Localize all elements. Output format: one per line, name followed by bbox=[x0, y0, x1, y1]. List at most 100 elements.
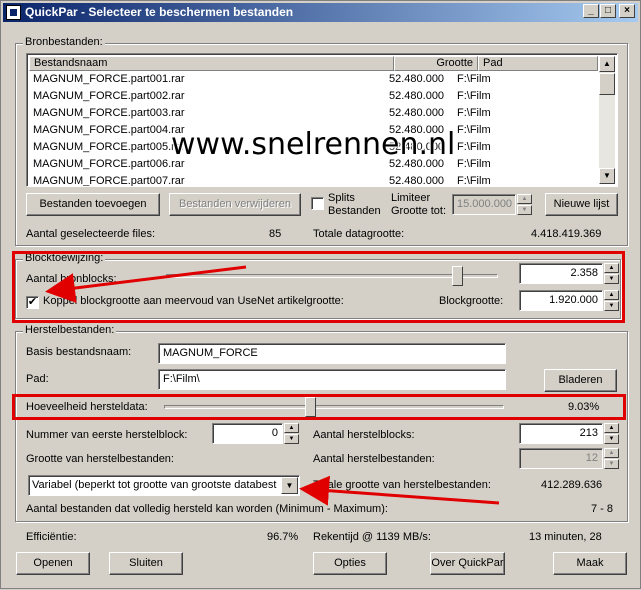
path-field[interactable]: F:\Film\ bbox=[158, 369, 506, 390]
column-header-name[interactable]: Bestandsnaam bbox=[29, 56, 394, 71]
options-button[interactable]: Opties bbox=[313, 552, 387, 575]
stepper-up-icon[interactable]: ▲ bbox=[284, 423, 299, 433]
column-header-path[interactable]: Pad bbox=[478, 56, 598, 71]
stepper-up-icon[interactable]: ▲ bbox=[517, 194, 532, 204]
title-bar[interactable]: QuickPar - Selecteer te beschermen besta… bbox=[3, 3, 638, 22]
block-size-field[interactable]: 1.920.000 bbox=[519, 290, 603, 311]
stepper-up-icon[interactable]: ▲ bbox=[604, 263, 619, 273]
recovery-size-select-value: Variabel (beperkt tot grootte van groots… bbox=[32, 479, 277, 491]
fully-recoverable-value: 7 - 8 bbox=[591, 503, 614, 515]
list-scrollbar[interactable]: ▲ ▼ bbox=[599, 56, 615, 184]
file-path: F:\Film bbox=[457, 90, 491, 102]
file-name: MAGNUM_FORCE.part002.rar bbox=[33, 90, 185, 102]
recovery-amount-slider-knob[interactable] bbox=[305, 397, 317, 417]
limit-label-line2: Grootte tot: bbox=[391, 205, 447, 217]
maximize-button[interactable]: □ bbox=[600, 4, 616, 18]
file-size: 52.480.000 bbox=[389, 90, 445, 102]
first-block-label: Nummer van eerste herstelblock: bbox=[26, 429, 188, 441]
table-row[interactable]: MAGNUM_FORCE.part007.rar 52.480.000 F:\F… bbox=[29, 173, 597, 187]
efficiency-label: Efficiëntie: bbox=[26, 531, 77, 543]
source-blocks-stepper[interactable]: ▲ ▼ bbox=[604, 263, 619, 284]
table-row[interactable]: MAGNUM_FORCE.part002.rar 52.480.000 F:\F… bbox=[29, 88, 597, 105]
table-row[interactable]: MAGNUM_FORCE.part003.rar 52.480.000 F:\F… bbox=[29, 105, 597, 122]
file-name: MAGNUM_FORCE.part007.rar bbox=[33, 175, 185, 187]
scroll-up-icon[interactable]: ▲ bbox=[599, 56, 615, 72]
add-files-button[interactable]: Bestanden toevoegen bbox=[26, 193, 160, 216]
recovery-size-select[interactable]: Variabel (beperkt tot grootte van groots… bbox=[28, 475, 300, 496]
source-blocks-label: Aantal bronblocks: bbox=[26, 273, 117, 285]
recovery-blocks-stepper[interactable]: ▲ ▼ bbox=[604, 423, 619, 444]
stepper-up-icon[interactable]: ▲ bbox=[604, 290, 619, 300]
chevron-down-icon[interactable]: ▼ bbox=[281, 477, 298, 494]
table-row[interactable]: MAGNUM_FORCE.part001.rar 52.480.000 F:\F… bbox=[29, 71, 597, 88]
limit-label-line1: Limiteer bbox=[391, 192, 431, 204]
scroll-down-icon[interactable]: ▼ bbox=[599, 168, 615, 184]
source-files-group-title: Bronbestanden: bbox=[23, 36, 105, 48]
stepper-down-icon[interactable]: ▼ bbox=[604, 459, 619, 469]
open-button[interactable]: Openen bbox=[16, 552, 90, 575]
recovery-blocks-label: Aantal herstelblocks: bbox=[313, 429, 415, 441]
create-button[interactable]: Maak bbox=[553, 552, 627, 575]
source-blocks-slider-track[interactable] bbox=[166, 274, 498, 278]
stepper-down-icon[interactable]: ▼ bbox=[604, 274, 619, 284]
fully-recoverable-label: Aantal bestanden dat volledig hersteld k… bbox=[26, 503, 388, 515]
file-name: MAGNUM_FORCE.part005.rar bbox=[33, 141, 185, 153]
stepper-down-icon[interactable]: ▼ bbox=[517, 205, 532, 215]
limit-size-stepper[interactable]: ▲ ▼ bbox=[517, 194, 532, 215]
source-files-list[interactable]: Bestandsnaam Grootte Pad MAGNUM_FORCE.pa… bbox=[26, 53, 618, 187]
recovery-total-size-label: Totale grootte van herstelbestanden: bbox=[313, 479, 491, 491]
close-dialog-button[interactable]: Sluiten bbox=[109, 552, 183, 575]
stepper-down-icon[interactable]: ▼ bbox=[604, 301, 619, 311]
efficiency-value: 96.7% bbox=[267, 531, 299, 543]
limit-size-field[interactable]: 15.000.000 bbox=[452, 194, 516, 215]
file-name: MAGNUM_FORCE.part004.rar bbox=[33, 124, 185, 136]
column-header-size[interactable]: Grootte bbox=[394, 56, 478, 71]
file-path: F:\Film bbox=[457, 107, 491, 119]
watermark: www.snelrennen.nl bbox=[171, 127, 456, 162]
new-list-button[interactable]: Nieuwe lijst bbox=[545, 193, 618, 216]
recovery-files-group-title: Herstelbestanden: bbox=[23, 324, 117, 336]
remove-files-button[interactable]: Bestanden verwijderen bbox=[169, 193, 301, 216]
file-path: F:\Film bbox=[457, 158, 491, 170]
source-blocks-field[interactable]: 2.358 bbox=[519, 263, 603, 284]
selected-count-value: 85 bbox=[269, 228, 282, 240]
recovery-amount-slider-track[interactable] bbox=[164, 405, 504, 409]
file-size: 52.480.000 bbox=[389, 73, 445, 85]
recovery-file-count-field[interactable]: 12 bbox=[519, 448, 603, 469]
browse-button[interactable]: Bladeren bbox=[544, 369, 617, 392]
recovery-file-count-label: Aantal herstelbestanden: bbox=[313, 453, 435, 465]
quickpar-window: QuickPar - Selecteer te beschermen besta… bbox=[0, 0, 641, 589]
base-name-label: Basis bestandsnaam: bbox=[26, 346, 132, 358]
close-button[interactable]: × bbox=[619, 4, 635, 18]
stepper-down-icon[interactable]: ▼ bbox=[284, 434, 299, 444]
link-blocksize-checkbox[interactable]: ✔ bbox=[26, 296, 39, 309]
split-files-checkbox[interactable] bbox=[311, 197, 324, 210]
source-blocks-slider-knob[interactable] bbox=[451, 266, 463, 286]
stepper-down-icon[interactable]: ▼ bbox=[604, 434, 619, 444]
selected-count-label: Aantal geselecteerde files: bbox=[26, 228, 156, 240]
block-size-label: Blockgrootte: bbox=[439, 295, 504, 307]
file-path: F:\Film bbox=[457, 124, 491, 136]
path-label: Pad: bbox=[26, 373, 49, 385]
about-button[interactable]: Over QuickPar bbox=[430, 552, 505, 575]
first-block-stepper[interactable]: ▲ ▼ bbox=[284, 423, 299, 444]
file-name: MAGNUM_FORCE.part006.rar bbox=[33, 158, 185, 170]
block-allocation-group-title: Blocktoewijzing: bbox=[23, 252, 106, 264]
minimize-button[interactable]: _ bbox=[583, 4, 599, 18]
total-size-label: Totale datagrootte: bbox=[313, 228, 405, 240]
base-name-field[interactable]: MAGNUM_FORCE bbox=[158, 343, 506, 364]
stepper-up-icon[interactable]: ▲ bbox=[604, 448, 619, 458]
recovery-file-count-stepper[interactable]: ▲ ▼ bbox=[604, 448, 619, 469]
split-label-line2: Bestanden bbox=[328, 205, 381, 217]
app-icon bbox=[6, 5, 21, 20]
scroll-thumb[interactable] bbox=[599, 73, 615, 95]
file-name: MAGNUM_FORCE.part001.rar bbox=[33, 73, 185, 85]
recovery-total-size-value: 412.289.636 bbox=[541, 479, 603, 491]
window-title: QuickPar - Selecteer te beschermen besta… bbox=[25, 5, 294, 19]
file-size: 52.480.000 bbox=[389, 107, 445, 119]
block-size-stepper[interactable]: ▲ ▼ bbox=[604, 290, 619, 311]
recovery-blocks-field[interactable]: 213 bbox=[519, 423, 603, 444]
first-block-field[interactable]: 0 bbox=[212, 423, 283, 444]
recovery-amount-label: Hoeveelheid hersteldata: bbox=[26, 401, 148, 413]
stepper-up-icon[interactable]: ▲ bbox=[604, 423, 619, 433]
